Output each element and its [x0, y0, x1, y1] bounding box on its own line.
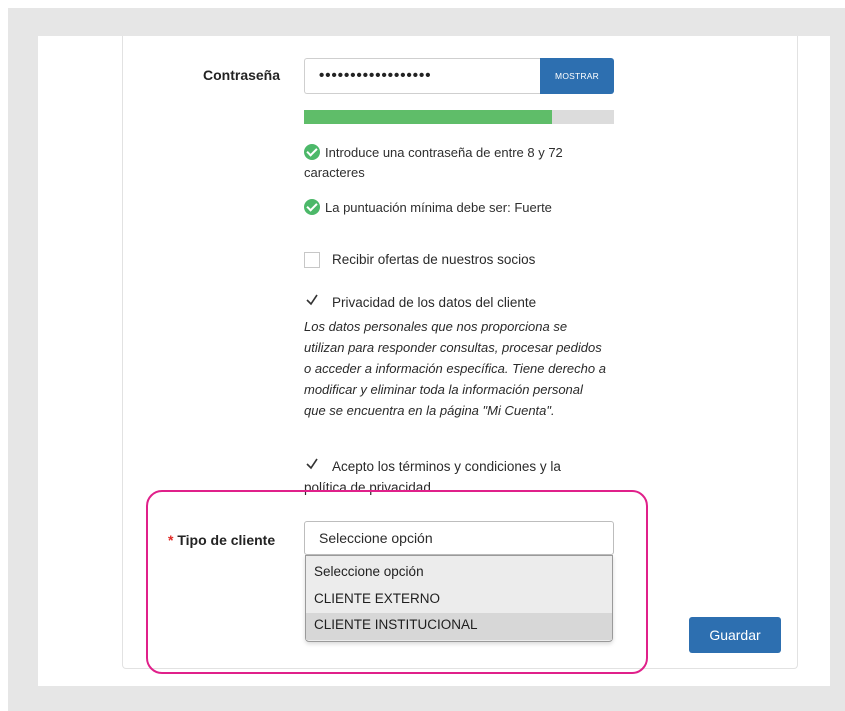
hint-length-line1: Introduce una contraseña de entre 8 y 72	[325, 145, 563, 160]
checkmark-icon[interactable]	[306, 291, 318, 309]
terms-label-line1: Acepto los términos y condiciones y la	[332, 459, 561, 474]
save-button[interactable]: Guardar	[689, 617, 781, 653]
privacy-text-line: Los datos personales que nos proporciona…	[304, 319, 568, 334]
hint-score: La puntuación mínima debe ser: Fuerte	[304, 198, 552, 218]
hint-score-text: La puntuación mínima debe ser: Fuerte	[325, 200, 552, 215]
privacy-text-line: modificar y eliminar toda la información…	[304, 382, 583, 397]
dropdown-option[interactable]: Seleccione opción	[306, 560, 612, 587]
client-type-label-text: Tipo de cliente	[177, 532, 276, 548]
privacy-text-line: o acceder a información específica. Tien…	[304, 361, 606, 376]
password-input[interactable]: ••••••••••••••••••	[304, 58, 540, 94]
password-strength-meter	[304, 110, 614, 124]
client-type-label: * Tipo de cliente	[168, 532, 275, 548]
check-circle-icon	[304, 144, 320, 160]
client-type-select[interactable]: Seleccione opción	[304, 521, 614, 555]
terms-label-line2: política de privacidad.	[304, 480, 435, 495]
required-marker: *	[168, 532, 174, 548]
checkmark-icon[interactable]	[306, 455, 318, 473]
show-password-button[interactable]: MOSTRAR	[540, 58, 614, 94]
hint-length-line2: caracteres	[304, 165, 365, 180]
privacy-text-line: que se encuentra en la página "Mi Cuenta…	[304, 403, 555, 418]
privacy-text-line: utilizan para responder consultas, proce…	[304, 340, 602, 355]
check-circle-icon	[304, 199, 320, 215]
privacy-label: Privacidad de los datos del cliente	[332, 295, 537, 310]
hint-length: Introduce una contraseña de entre 8 y 72…	[304, 143, 563, 183]
offers-label: Recibir ofertas de nuestros socios	[332, 252, 536, 267]
offers-checkbox-row[interactable]: Recibir ofertas de nuestros socios	[304, 250, 624, 270]
offers-checkbox[interactable]	[304, 252, 320, 268]
client-type-dropdown: Seleccione opción CLIENTE EXTERNO CLIENT…	[305, 555, 613, 642]
privacy-description: Los datos personales que nos proporciona…	[304, 316, 616, 421]
password-label: Contraseña	[203, 67, 281, 83]
privacy-checkbox-row[interactable]: Privacidad de los datos del cliente	[304, 293, 624, 313]
password-strength-fill	[304, 110, 552, 124]
terms-checkbox-row[interactable]: Acepto los términos y condiciones y la p…	[304, 457, 624, 497]
dropdown-option[interactable]: CLIENTE EXTERNO	[306, 587, 612, 614]
dropdown-option[interactable]: CLIENTE INSTITUCIONAL	[306, 613, 612, 640]
